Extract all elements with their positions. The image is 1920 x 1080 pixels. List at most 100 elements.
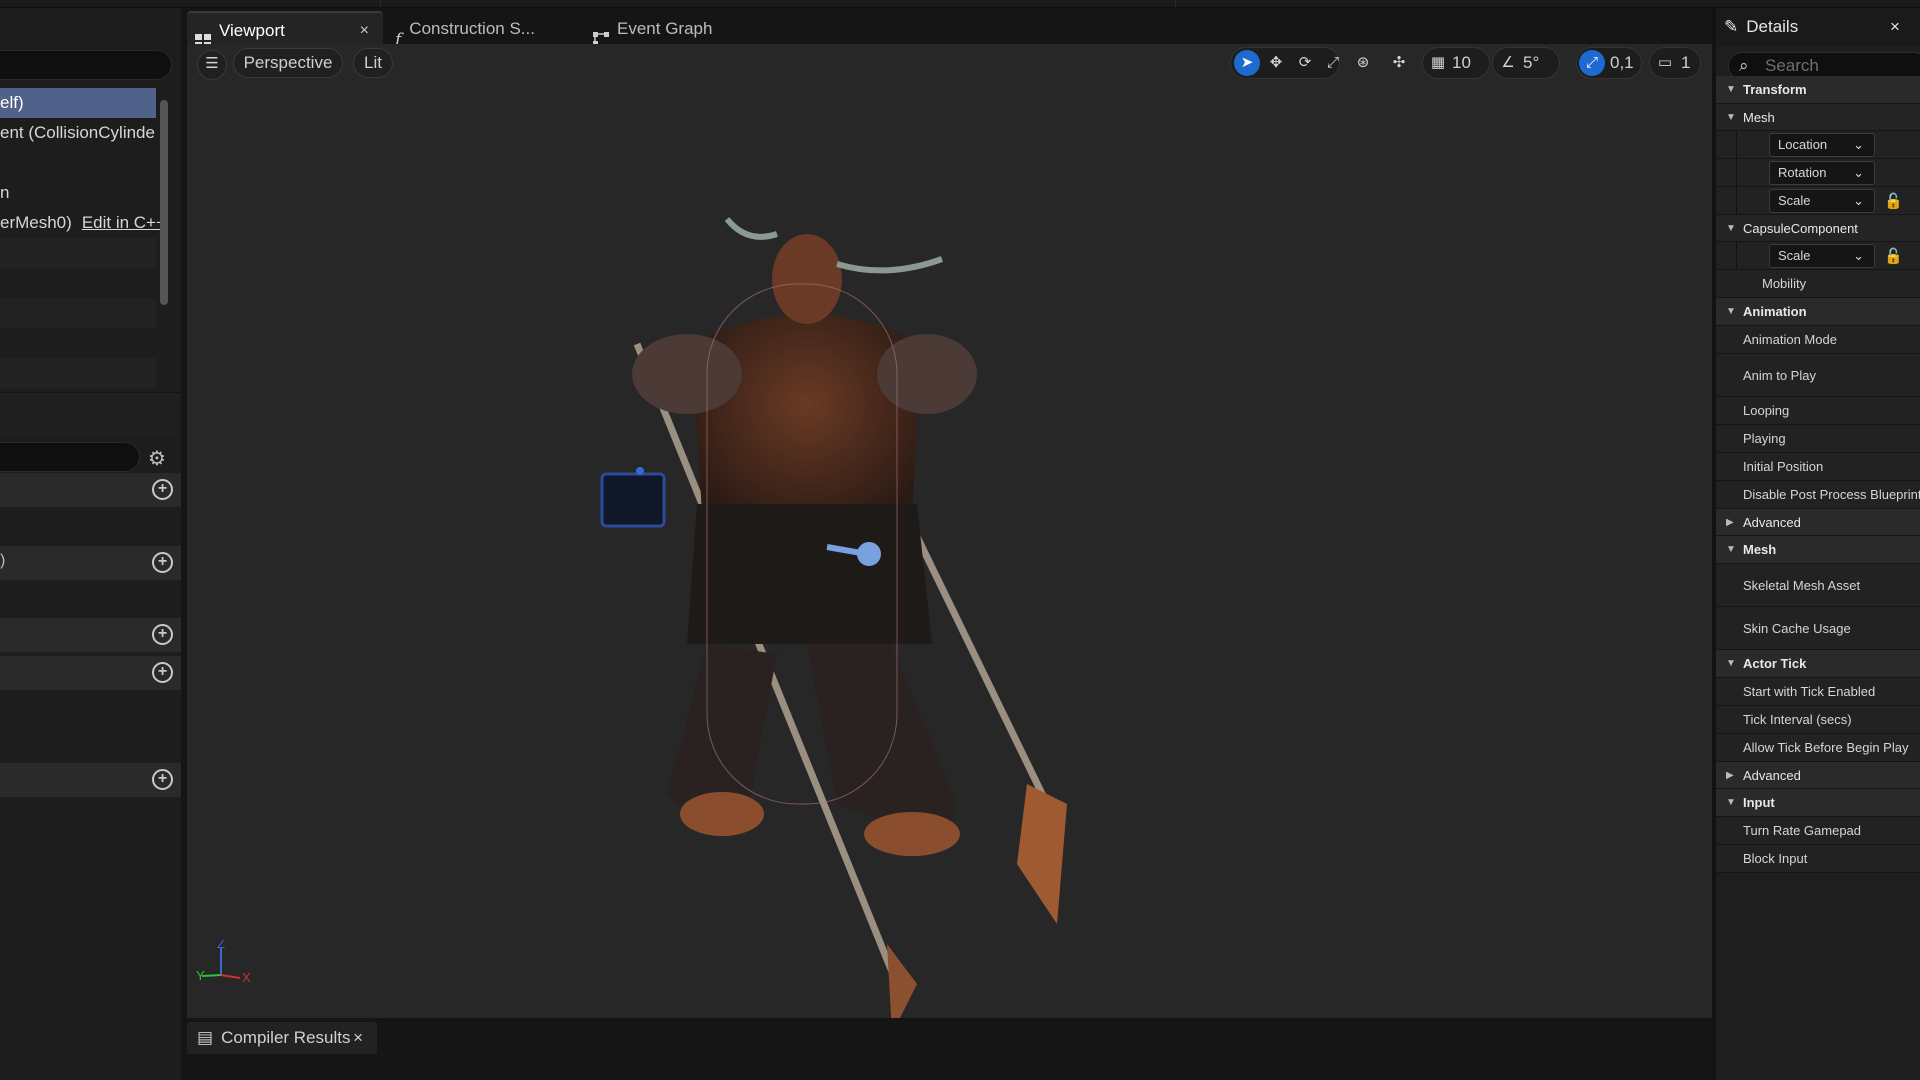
details-row-tick-interval-secs-[interactable]: Tick Interval (secs) bbox=[1716, 706, 1920, 734]
select-arrow-icon[interactable]: ➤ bbox=[1234, 50, 1260, 76]
details-row-actor-tick[interactable]: ▼ Actor Tick bbox=[1716, 650, 1920, 678]
details-row-scale[interactable]: Scale ⌄ 🔓 bbox=[1716, 242, 1920, 270]
details-row-capsulecomponent[interactable]: ▼ CapsuleComponent bbox=[1716, 215, 1920, 242]
details-row-input[interactable]: ▼ Input bbox=[1716, 789, 1920, 817]
chevron-down-icon: ⌄ bbox=[1853, 248, 1864, 263]
my-blueprint-search-input[interactable] bbox=[0, 442, 140, 472]
details-row-label: Playing bbox=[1743, 431, 1786, 446]
expand-arrow-icon[interactable]: ▶ bbox=[1726, 509, 1734, 536]
scale-icon[interactable]: ⤢ bbox=[1320, 50, 1346, 76]
svg-text:Z: Z bbox=[217, 940, 225, 951]
macros-section-row[interactable]: + bbox=[0, 618, 181, 652]
details-row-allow-tick-before-begin-play[interactable]: Allow Tick Before Begin Play bbox=[1716, 734, 1920, 762]
details-row-mesh[interactable]: ▼ Mesh bbox=[1716, 536, 1920, 564]
details-row-rotation[interactable]: Rotation ⌄ bbox=[1716, 159, 1920, 187]
indent-guide bbox=[1736, 131, 1737, 158]
details-panel: ✎ Details × ⌕ Search ▼ Transform ▼ Mesh Locat… bbox=[1712, 8, 1920, 1080]
collapse-arrow-icon[interactable]: ▼ bbox=[1726, 650, 1736, 678]
svg-text:Y: Y bbox=[196, 968, 205, 983]
details-row-anim-to-play[interactable]: Anim to Play bbox=[1716, 354, 1920, 397]
add-icon[interactable]: + bbox=[152, 479, 173, 500]
scale-snap-value[interactable]: 0,1 bbox=[1610, 49, 1634, 77]
function-icon: ƒ bbox=[395, 29, 402, 50]
graph-icon bbox=[593, 23, 609, 46]
details-row-block-input[interactable]: Block Input bbox=[1716, 845, 1920, 873]
details-row-skeletal-mesh-asset[interactable]: Skeletal Mesh Asset bbox=[1716, 564, 1920, 607]
details-row-turn-rate-gamepad[interactable]: Turn Rate Gamepad bbox=[1716, 817, 1920, 845]
tab-viewport[interactable]: Viewport × bbox=[187, 11, 383, 48]
details-row-mesh[interactable]: ▼ Mesh bbox=[1716, 104, 1920, 131]
collapse-arrow-icon[interactable]: ▼ bbox=[1726, 536, 1736, 564]
tree-item-n[interactable]: n bbox=[0, 178, 156, 208]
details-row-initial-position[interactable]: Initial Position bbox=[1716, 453, 1920, 481]
lock-icon[interactable]: 🔓 bbox=[1884, 247, 1903, 265]
dispatchers-section-row[interactable]: + bbox=[0, 763, 181, 797]
graphs-section-row[interactable]: + bbox=[0, 473, 181, 507]
scale-snap-icon[interactable]: ⤢ bbox=[1579, 50, 1605, 76]
lit-button[interactable]: Lit bbox=[353, 48, 393, 78]
gear-icon[interactable]: ⚙ bbox=[148, 446, 166, 471]
indent-guide bbox=[1736, 242, 1737, 269]
add-icon[interactable]: + bbox=[152, 624, 173, 645]
details-row-playing[interactable]: Playing bbox=[1716, 425, 1920, 453]
details-row-location[interactable]: Location ⌄ bbox=[1716, 131, 1920, 159]
collapse-arrow-icon[interactable]: ▼ bbox=[1726, 298, 1736, 326]
hamburger-menu-icon[interactable]: ☰ bbox=[197, 50, 227, 80]
viewport-icon bbox=[195, 25, 211, 48]
details-row-transform[interactable]: ▼ Transform bbox=[1716, 76, 1920, 104]
tab-construction-script[interactable]: ƒConstruction S... bbox=[387, 11, 577, 50]
variables-section-row[interactable]: + bbox=[0, 656, 181, 690]
surface-snap-icon[interactable]: ✣ bbox=[1386, 50, 1412, 76]
grid-snap-value[interactable]: 10 bbox=[1452, 49, 1471, 77]
rotate-icon[interactable]: ⟳ bbox=[1292, 50, 1318, 76]
tree-item-collision[interactable]: ent (CollisionCylinde bbox=[0, 118, 156, 148]
details-row-animation[interactable]: ▼ Animation bbox=[1716, 298, 1920, 326]
angle-icon[interactable]: ∠ bbox=[1495, 50, 1521, 76]
functions-section-row[interactable]: ) + bbox=[0, 546, 181, 580]
add-icon[interactable]: + bbox=[152, 552, 173, 573]
collapse-arrow-icon[interactable]: ▼ bbox=[1726, 789, 1736, 817]
transform-dropdown[interactable]: Scale ⌄ bbox=[1769, 244, 1875, 268]
transform-dropdown[interactable]: Rotation ⌄ bbox=[1769, 161, 1875, 185]
details-row-scale[interactable]: Scale ⌄ 🔓 bbox=[1716, 187, 1920, 215]
details-row-advanced[interactable]: ▶ Advanced bbox=[1716, 762, 1920, 789]
compiler-results-icon: ▤ bbox=[197, 1028, 214, 1047]
details-row-animation-mode[interactable]: Animation Mode bbox=[1716, 326, 1920, 354]
components-search-input[interactable] bbox=[0, 50, 172, 80]
details-row-disable-post-process-blueprint[interactable]: Disable Post Process Blueprint bbox=[1716, 481, 1920, 509]
edit-in-cpp-link[interactable]: Edit in C++ bbox=[82, 213, 166, 232]
tree-scrollbar[interactable] bbox=[160, 100, 168, 305]
viewport-canvas[interactable]: ☰ Perspective Lit ➤ ✥ ⟳ ⤢ ⊛ ✣ ▦ 10 ∠ 5° … bbox=[187, 44, 1712, 1018]
close-icon[interactable]: × bbox=[353, 1022, 363, 1054]
grid-icon[interactable]: ▦ bbox=[1425, 50, 1451, 76]
transform-dropdown[interactable]: Scale ⌄ bbox=[1769, 189, 1875, 213]
tab-compiler-results[interactable]: ▤ Compiler Results × bbox=[187, 1022, 377, 1054]
tab-event-graph[interactable]: Event Graph bbox=[585, 11, 755, 46]
close-icon[interactable]: × bbox=[360, 13, 369, 48]
expand-arrow-icon[interactable]: ▶ bbox=[1726, 762, 1734, 789]
lock-icon[interactable]: 🔓 bbox=[1884, 192, 1903, 210]
add-icon[interactable]: + bbox=[152, 662, 173, 683]
collapse-arrow-icon[interactable]: ▼ bbox=[1726, 104, 1736, 131]
details-row-label: Skeletal Mesh Asset bbox=[1743, 578, 1861, 593]
details-row-advanced[interactable]: ▶ Advanced bbox=[1716, 509, 1920, 536]
details-row-skin-cache-usage[interactable]: Skin Cache Usage bbox=[1716, 607, 1920, 650]
transform-dropdown[interactable]: Location ⌄ bbox=[1769, 133, 1875, 157]
tree-item-mesh[interactable]: erMesh0) Edit in C++ bbox=[0, 208, 166, 238]
perspective-button[interactable]: Perspective bbox=[233, 48, 343, 78]
details-row-mobility[interactable]: Mobility bbox=[1716, 270, 1920, 298]
coordinate-space-icon[interactable]: ⊛ bbox=[1350, 50, 1376, 76]
translate-icon[interactable]: ✥ bbox=[1263, 50, 1289, 76]
tree-item-empty-1 bbox=[0, 238, 156, 268]
tree-item-self[interactable]: elf) bbox=[0, 88, 156, 118]
close-icon[interactable]: × bbox=[1890, 8, 1900, 46]
add-icon[interactable]: + bbox=[152, 769, 173, 790]
rotation-snap-value[interactable]: 5° bbox=[1523, 49, 1539, 77]
camera-speed-value[interactable]: 1 bbox=[1681, 49, 1690, 77]
camera-icon[interactable]: ▭ bbox=[1652, 50, 1678, 76]
collapse-arrow-icon[interactable]: ▼ bbox=[1726, 215, 1736, 242]
tree-item-blank[interactable] bbox=[0, 148, 156, 178]
collapse-arrow-icon[interactable]: ▼ bbox=[1726, 76, 1736, 104]
details-row-start-with-tick-enabled[interactable]: Start with Tick Enabled bbox=[1716, 678, 1920, 706]
details-row-looping[interactable]: Looping bbox=[1716, 397, 1920, 425]
